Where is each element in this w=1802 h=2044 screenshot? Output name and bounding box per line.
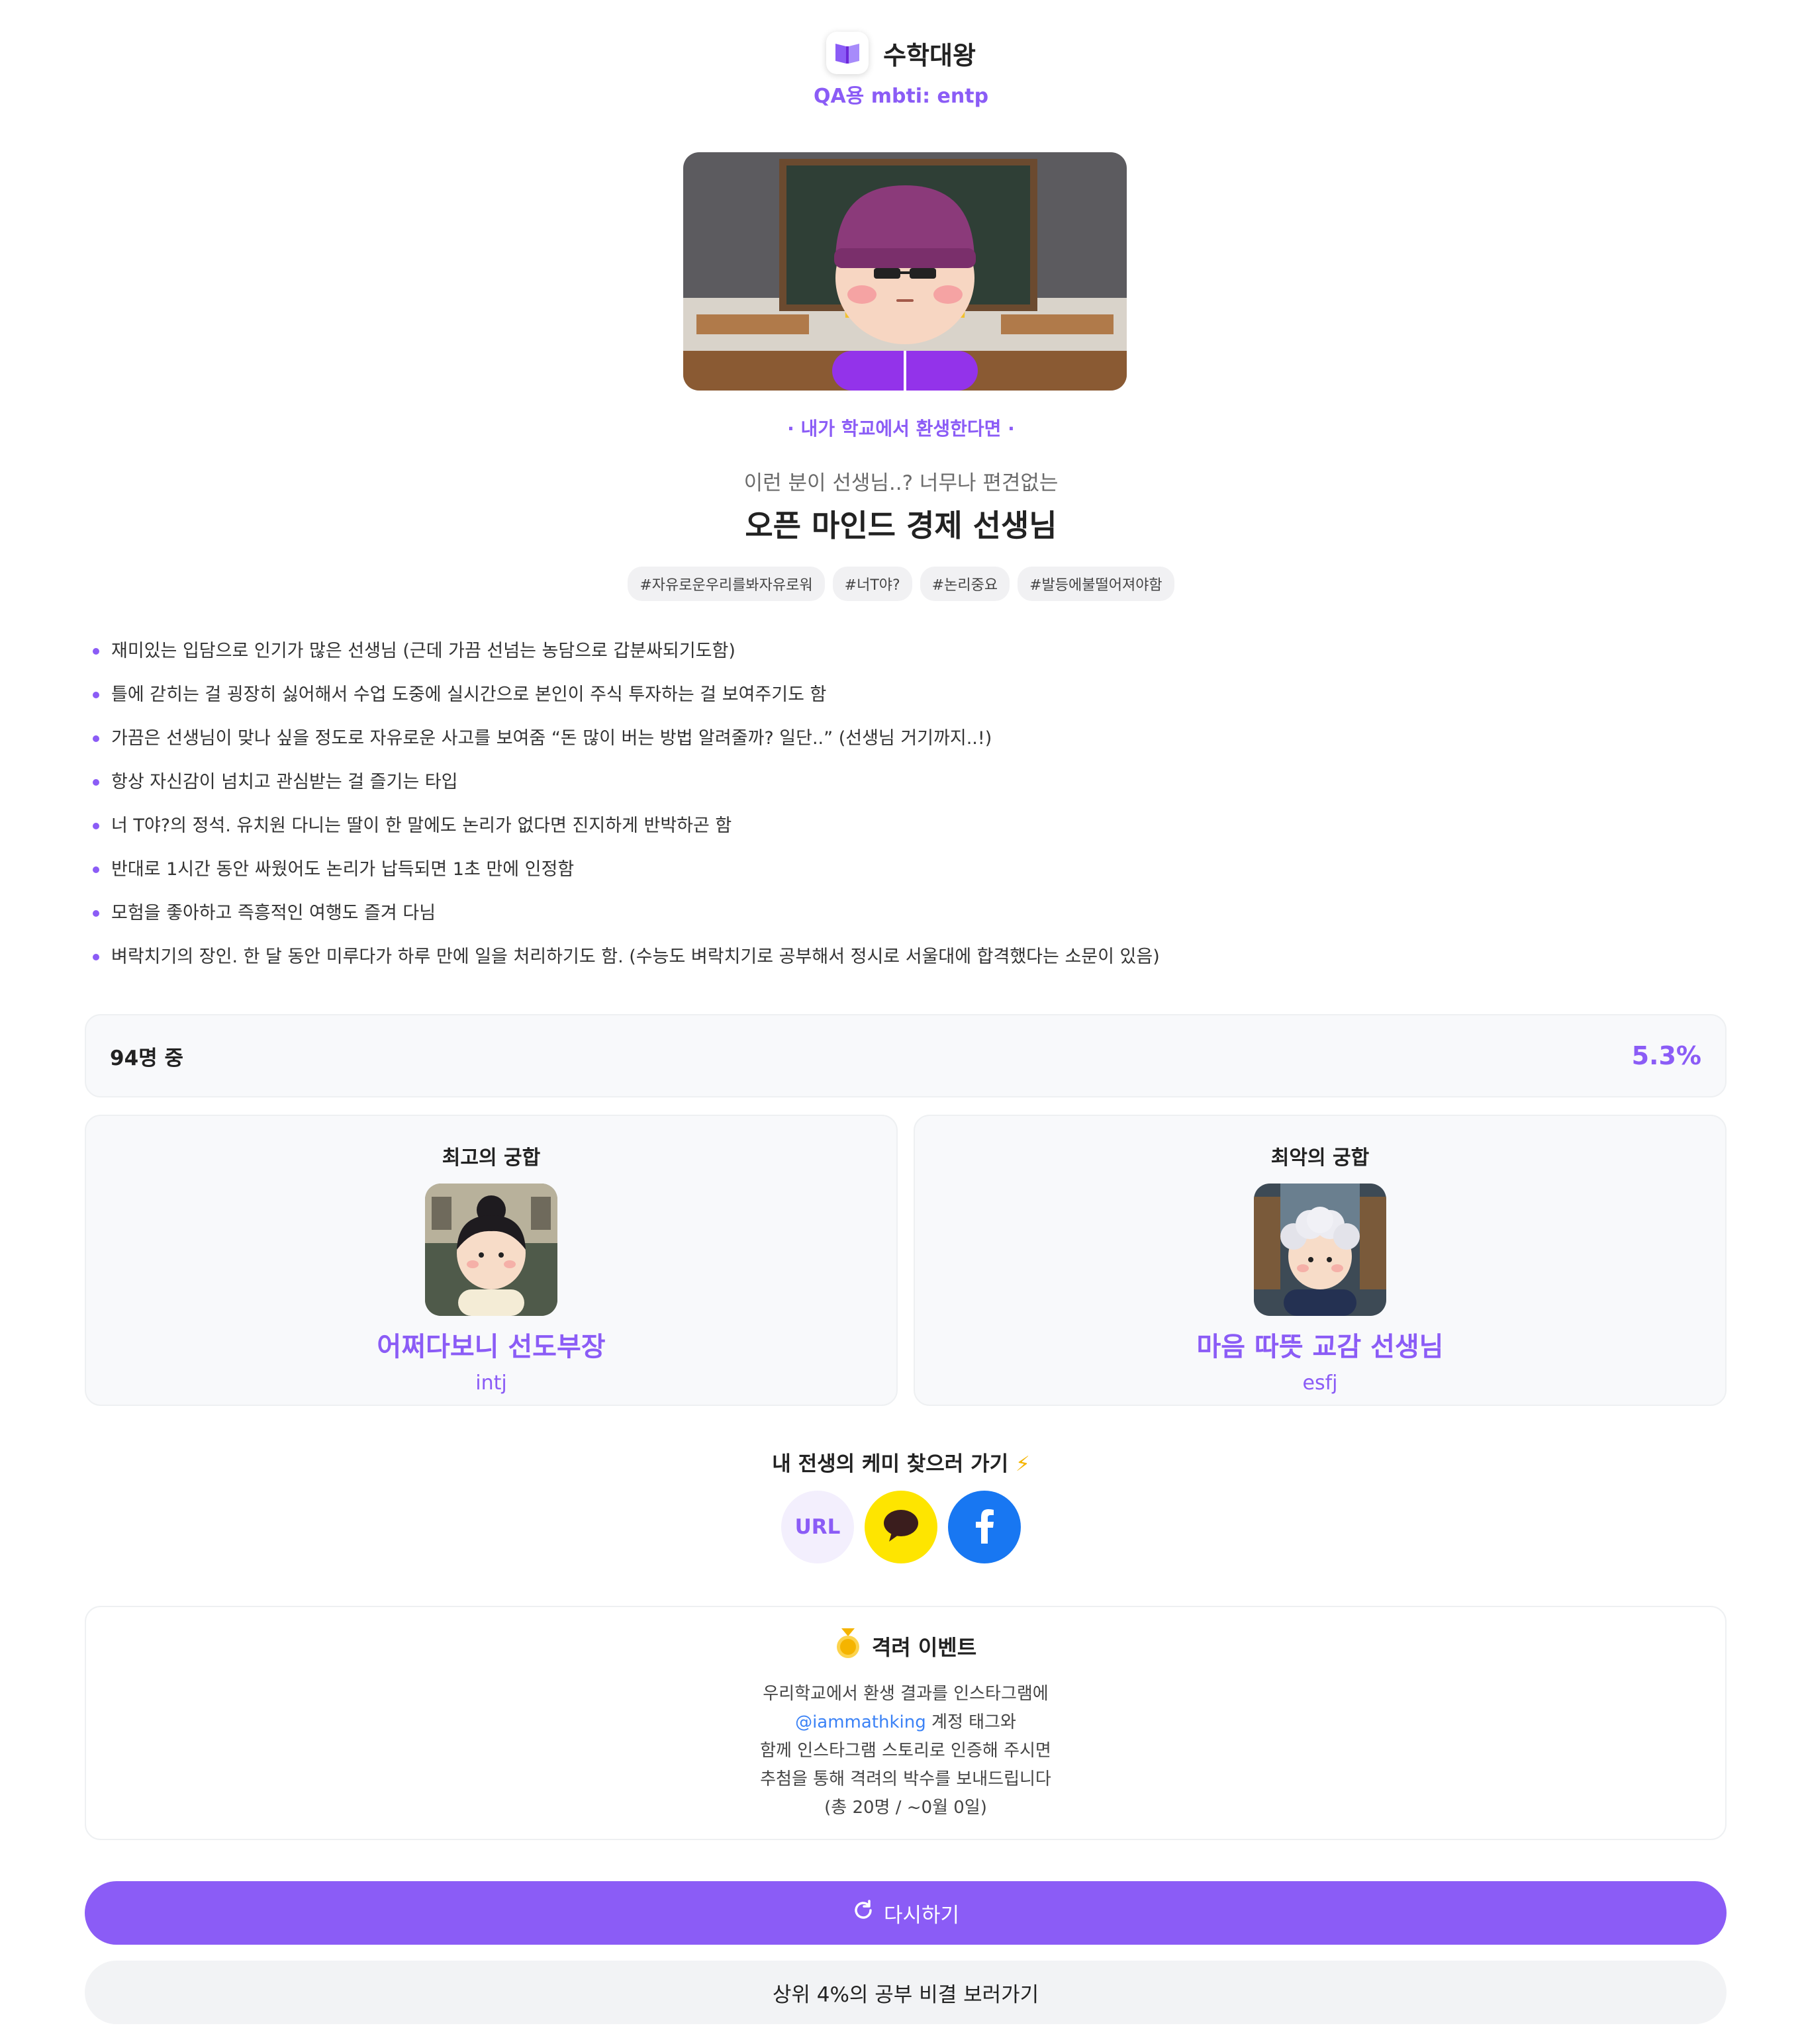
worst-match-avatar: [1254, 1184, 1386, 1316]
lightning-icon: ⚡: [1015, 1452, 1030, 1476]
trait-item: 벼락치기의 장인. 한 달 동안 미루다가 하루 만에 일을 처리하기도 함. …: [91, 943, 1720, 986]
facebook-share-button[interactable]: [948, 1491, 1021, 1563]
mbti-subtitle: QA용 mbti: entp: [813, 85, 989, 108]
worst-match-name: 마음 따뜻 교감 선생님: [1196, 1332, 1444, 1362]
best-match-card[interactable]: 최고의 궁합 어쩌다보니 선도부장 intj: [85, 1115, 898, 1406]
copy-url-label: URL: [794, 1515, 841, 1539]
event-card: 격려 이벤트 우리학교에서 환생 결과를 인스타그램에 @iammathking…: [85, 1606, 1727, 1840]
share-buttons: URL: [0, 1491, 1802, 1563]
event-line: 추첨을 통해 격려의 박수를 보내드립니다: [760, 1769, 1051, 1789]
header: 수학대왕 QA용 mbti: entp: [0, 32, 1802, 109]
trait-item: 모험을 좋아하고 즉흥적인 여행도 즐겨 다님: [91, 899, 1720, 943]
open-book-icon: [826, 32, 869, 74]
hashtag: #자유로운우리를봐자유로워: [628, 567, 825, 601]
event-line: @iammathking 계정 태그와: [86, 1708, 1725, 1737]
result-pretitle: 이런 분이 선생님..? 너무나 편견없는: [743, 471, 1059, 495]
tag-list: #자유로운우리를봐자유로워 #너T야? #논리중요 #발등에불떨어져야함: [0, 567, 1802, 601]
trait-list: 재미있는 입담으로 인기가 많은 선생님 (근데 가끔 선넘는 농담으로 갑분싸…: [91, 637, 1720, 986]
trait-item: 항상 자신감이 넘치고 관심받는 걸 즐기는 타입: [91, 768, 1720, 812]
trait-item: 틀에 갇히는 걸 굉장히 싫어해서 수업 도중에 실시간으로 본인이 주식 투자…: [91, 680, 1720, 724]
event-line: 우리학교에서 환생 결과를 인스타그램에: [763, 1684, 1049, 1704]
best-match-label: 최고의 궁합: [442, 1146, 541, 1170]
share-title-text: 내 전생의 케미 찾으러 가기: [772, 1452, 1009, 1476]
medal-icon: [835, 1628, 861, 1664]
worst-match-type: esfj: [1302, 1371, 1338, 1395]
result-context: · 내가 학교에서 환생한다면 ·: [787, 418, 1015, 440]
result-percent: 5.3%: [1631, 1041, 1701, 1070]
trait-item: 반대로 1시간 동안 싸웠어도 논리가 납득되면 1초 만에 인정함: [91, 855, 1720, 899]
best-match-name: 어쩌다보니 선도부장: [377, 1332, 606, 1362]
hashtag: #논리중요: [920, 567, 1010, 601]
result-stat: 94명 중 5.3%: [85, 1014, 1727, 1097]
hashtag: #발등에불떨어져야함: [1018, 567, 1174, 601]
trait-item: 가끔은 선생님이 맞나 싶을 정도로 자유로운 사고를 보여줌 “돈 많이 버는…: [91, 724, 1720, 768]
event-title: 격려 이벤트: [871, 1635, 977, 1660]
facebook-icon: [974, 1508, 994, 1546]
study-secret-button[interactable]: 상위 4%의 공부 비결 보러가기: [85, 1961, 1727, 2024]
copy-url-button[interactable]: URL: [781, 1491, 854, 1563]
app-name: 수학대왕: [883, 40, 976, 70]
instagram-handle-link[interactable]: @iammathking: [795, 1712, 926, 1732]
best-match-avatar: [425, 1184, 557, 1316]
trait-item: 너 T야?의 정석. 유치원 다니는 딸이 한 말에도 논리가 없다면 진지하게…: [91, 812, 1720, 855]
kakao-talk-icon: [882, 1509, 920, 1546]
best-match-type: intj: [475, 1371, 507, 1395]
participant-count: 94명 중: [110, 1046, 183, 1070]
event-description: 우리학교에서 환생 결과를 인스타그램에 @iammathking 계정 태그와…: [86, 1680, 1725, 1822]
refresh-icon: [852, 1899, 875, 1927]
hero-image: [683, 152, 1127, 391]
trait-item: 재미있는 입담으로 인기가 많은 선생님 (근데 가끔 선넘는 농담으로 갑분싸…: [91, 637, 1720, 680]
event-line-suffix: 계정 태그와: [925, 1712, 1016, 1732]
result-title: 오픈 마인드 경제 선생님: [745, 508, 1057, 543]
worst-match-label: 최악의 궁합: [1270, 1146, 1370, 1170]
event-header: 격려 이벤트: [835, 1628, 976, 1664]
restart-button[interactable]: 다시하기: [85, 1881, 1727, 1945]
hashtag: #너T야?: [832, 567, 912, 601]
kakao-share-button[interactable]: [865, 1491, 937, 1563]
restart-label: 다시하기: [883, 1903, 960, 1928]
worst-match-card[interactable]: 최악의 궁합 마음 따뜻 교감 선생님 esfj: [914, 1115, 1727, 1406]
share-title: 내 전생의 케미 찾으러 가기 ⚡: [0, 1447, 1802, 1477]
study-secret-label: 상위 4%의 공부 비결 보러가기: [772, 1982, 1039, 2007]
event-line: (총 20명 / ~0월 0일): [824, 1798, 987, 1818]
brand: 수학대왕: [826, 32, 976, 74]
event-line: 함께 인스타그램 스토리로 인증해 주시면: [760, 1741, 1051, 1761]
